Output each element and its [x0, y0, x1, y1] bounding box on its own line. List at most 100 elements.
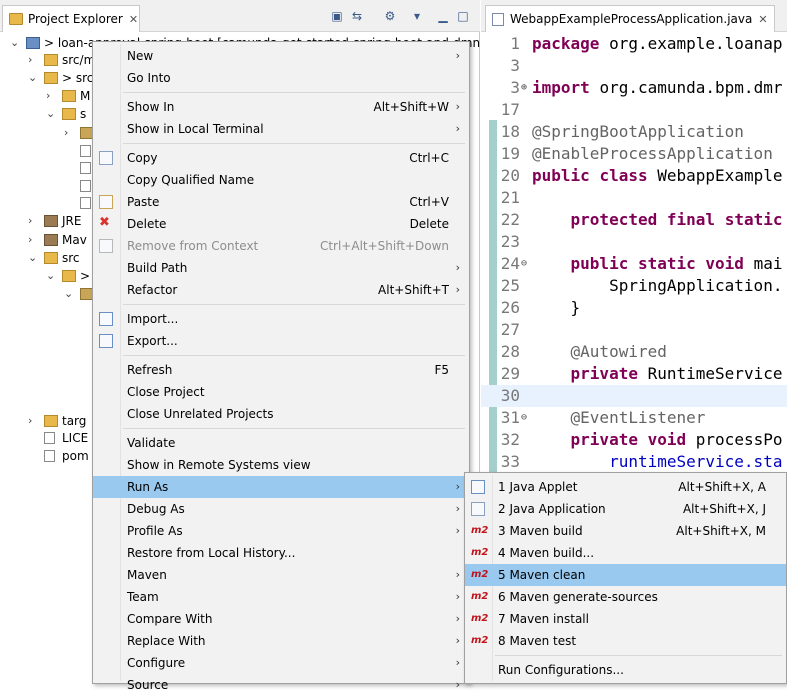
- menu-item-new[interactable]: New ›: [93, 45, 469, 67]
- code-line: 28 @Autowired: [481, 341, 787, 363]
- chevron-right-icon: ›: [455, 656, 460, 669]
- chevron-down-icon[interactable]: ⌄: [10, 34, 20, 52]
- chevron-right-icon: ›: [455, 122, 460, 135]
- filter-icon[interactable]: ⚙: [383, 9, 397, 23]
- line-number: 21: [500, 188, 520, 207]
- chevron-right-icon[interactable]: ›: [28, 51, 38, 69]
- menu-item-8-maven-test[interactable]: m2 8 Maven test: [465, 630, 786, 652]
- menu-item-run-configurations[interactable]: Run Configurations...: [465, 659, 786, 681]
- menu-item-remove-from-context: Remove from Context Ctrl+Alt+Shift+Down: [93, 235, 469, 257]
- menu-item-source[interactable]: Source ›: [93, 674, 469, 696]
- chevron-right-icon[interactable]: ›: [46, 87, 56, 105]
- tab-editor-file[interactable]: WebappExampleProcessApplication.java ✕: [485, 5, 775, 32]
- menu-item-show-in-remote-systems-view[interactable]: Show in Remote Systems view: [93, 454, 469, 476]
- chevron-down-icon[interactable]: ⌄: [28, 69, 38, 87]
- chevron-down-icon[interactable]: ⌄: [28, 249, 38, 267]
- menu-item-run-as[interactable]: Run As ›: [93, 476, 469, 498]
- menu-item-7-maven-install[interactable]: m2 7 Maven install: [465, 608, 786, 630]
- chevron-right-icon: ›: [455, 49, 460, 62]
- close-icon[interactable]: ✕: [129, 13, 138, 26]
- menu-item-4-maven-build[interactable]: m2 4 Maven build...: [465, 542, 786, 564]
- chevron-down-icon[interactable]: ⌄: [46, 267, 56, 285]
- chevron-right-icon: ›: [455, 524, 460, 537]
- chevron-right-icon[interactable]: ›: [28, 412, 38, 430]
- tree-item-label: pom: [62, 449, 89, 463]
- menu-item-label: Maven: [127, 568, 167, 582]
- chevron-right-icon[interactable]: ›: [64, 124, 74, 142]
- menu-item-shortcut: Alt+Shift+T: [378, 283, 449, 297]
- chevron-right-icon: ›: [455, 568, 460, 581]
- menu-item-debug-as[interactable]: Debug As ›: [93, 498, 469, 520]
- menu-item-shortcut: Alt+Shift+X, A: [678, 480, 766, 494]
- menu-item-show-in-local-terminal[interactable]: Show in Local Terminal ›: [93, 118, 469, 140]
- menu-separator: [495, 655, 782, 656]
- menu-item-replace-with[interactable]: Replace With ›: [93, 630, 469, 652]
- view-menu-icon[interactable]: ▾: [410, 9, 424, 23]
- menu-item-validate[interactable]: Validate: [93, 432, 469, 454]
- menu-item-profile-as[interactable]: Profile As ›: [93, 520, 469, 542]
- menu-item-label: New: [127, 49, 154, 63]
- line-number: 29: [500, 364, 520, 383]
- minimize-icon[interactable]: ▁: [436, 9, 450, 23]
- chevron-right-icon[interactable]: ›: [28, 231, 38, 249]
- collapse-fold-icon[interactable]: ⊖: [521, 407, 527, 429]
- menu-item-team[interactable]: Team ›: [93, 586, 469, 608]
- menu-separator: [123, 428, 465, 429]
- folder-icon: [62, 108, 76, 120]
- code-line: 27: [481, 319, 787, 341]
- code-line: 22 protected final static: [481, 209, 787, 231]
- menu-item-label: Configure: [127, 656, 186, 670]
- collapse-fold-icon[interactable]: ⊖: [521, 253, 527, 275]
- code-text: @EventListener: [532, 408, 706, 427]
- code-line: 26 }: [481, 297, 787, 319]
- tab-project-explorer[interactable]: Project Explorer ✕: [2, 5, 140, 32]
- chevron-down-icon[interactable]: ⌄: [64, 285, 74, 303]
- folder-icon: [44, 72, 58, 84]
- chevron-right-icon[interactable]: ›: [28, 212, 38, 230]
- menu-item-restore-from-local-history[interactable]: Restore from Local History...: [93, 542, 469, 564]
- tree-item-label: > src: [62, 71, 94, 85]
- paste-icon: [99, 195, 113, 209]
- code-text: public class WebappExample: [532, 166, 783, 185]
- menu-item-label: Copy Qualified Name: [127, 173, 255, 187]
- editor-tab-label: WebappExampleProcessApplication.java: [510, 12, 753, 26]
- line-number: 20: [500, 166, 520, 185]
- tree-item-label: src: [62, 251, 80, 265]
- expand-fold-icon[interactable]: ⊕: [521, 77, 527, 99]
- link-with-editor-icon[interactable]: ⇆: [350, 9, 364, 23]
- code-text: import org.camunda.bpm.dmr: [532, 78, 783, 97]
- menu-item-maven[interactable]: Maven ›: [93, 564, 469, 586]
- menu-item-close-project[interactable]: Close Project: [93, 381, 469, 403]
- m2-icon: m2: [471, 613, 489, 624]
- menu-item-delete[interactable]: ✖ Delete Delete: [93, 213, 469, 235]
- menu-item-go-into[interactable]: Go Into: [93, 67, 469, 89]
- menu-item-refresh[interactable]: Refresh F5: [93, 359, 469, 381]
- chevron-down-icon[interactable]: ⌄: [46, 105, 56, 123]
- menu-item-1-java-applet[interactable]: 1 Java Applet Alt+Shift+X, A: [465, 476, 786, 498]
- jar-icon: [44, 234, 58, 246]
- menu-item-2-java-application[interactable]: 2 Java Application Alt+Shift+X, J: [465, 498, 786, 520]
- menu-item-close-unrelated-projects[interactable]: Close Unrelated Projects: [93, 403, 469, 425]
- run-as-submenu: 1 Java Applet Alt+Shift+X, A 2 Java Applic…: [464, 472, 787, 684]
- close-icon[interactable]: ✕: [758, 13, 767, 26]
- menu-item-label: Import...: [127, 312, 179, 326]
- maximize-icon[interactable]: □: [456, 9, 470, 23]
- menu-item-build-path[interactable]: Build Path ›: [93, 257, 469, 279]
- menu-item-3-maven-build[interactable]: m2 3 Maven build Alt+Shift+X, M: [465, 520, 786, 542]
- line-number: 27: [500, 320, 520, 339]
- collapse-all-icon[interactable]: ▣: [330, 9, 344, 23]
- menu-item-refactor[interactable]: Refactor Alt+Shift+T ›: [93, 279, 469, 301]
- menu-item-copy-qualified-name[interactable]: Copy Qualified Name: [93, 169, 469, 191]
- menu-item-label: Show in Remote Systems view: [127, 458, 311, 472]
- menu-item-import[interactable]: Import...: [93, 308, 469, 330]
- menu-item-configure[interactable]: Configure ›: [93, 652, 469, 674]
- menu-item-paste[interactable]: Paste Ctrl+V: [93, 191, 469, 213]
- menu-item-export[interactable]: Export...: [93, 330, 469, 352]
- menu-item-show-in[interactable]: Show In Alt+Shift+W ›: [93, 96, 469, 118]
- folder-icon: [44, 415, 58, 427]
- menu-item-copy[interactable]: Copy Ctrl+C: [93, 147, 469, 169]
- menu-item-compare-with[interactable]: Compare With ›: [93, 608, 469, 630]
- menu-item-6-maven-generate-sources[interactable]: m2 6 Maven generate-sources: [465, 586, 786, 608]
- tree-item-label: Mav: [62, 233, 87, 247]
- menu-item-5-maven-clean[interactable]: m2 5 Maven clean: [465, 564, 786, 586]
